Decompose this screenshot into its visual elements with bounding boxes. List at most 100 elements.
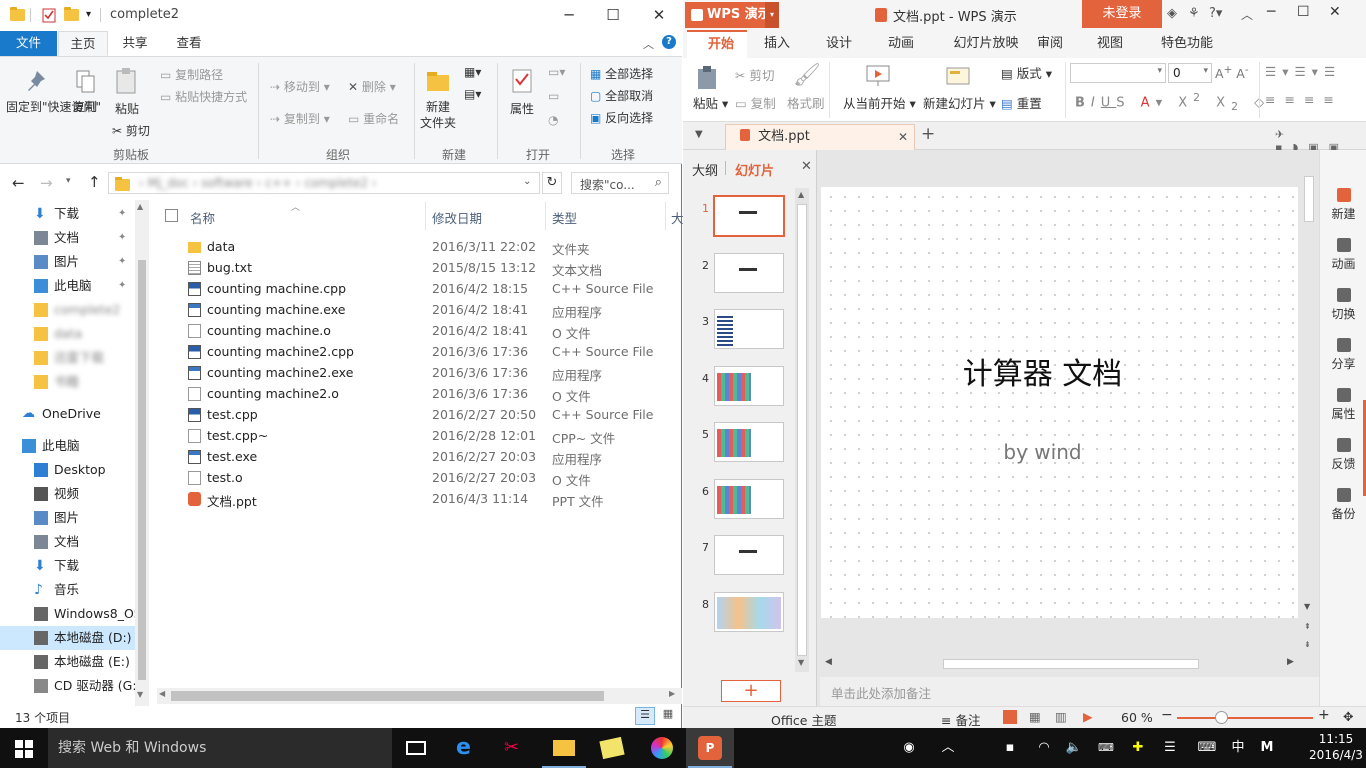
tab-outline[interactable]: 大纲 [692, 160, 718, 179]
nav-item[interactable]: data [0, 322, 149, 346]
nav-item[interactable]: Windows8_OS [0, 602, 149, 626]
new-item-icon[interactable]: ▦▾ [464, 65, 481, 79]
copy-to-button[interactable]: ⇢ 复制到 ▾ [270, 110, 330, 127]
move-to-button[interactable]: ⇢ 移动到 ▾ [270, 78, 330, 95]
invert-selection-button[interactable]: ▣ 反向选择 [590, 109, 653, 126]
new-folder-button[interactable]: 新建 文件夹 [418, 67, 458, 131]
sticky-notes-icon[interactable] [588, 728, 636, 768]
up-icon[interactable]: ↑ [88, 173, 101, 191]
paste-shortcut-button[interactable]: ▭ 粘贴快捷方式 [160, 88, 247, 105]
tab-review[interactable]: 审阅 [1028, 30, 1072, 58]
wifi-icon[interactable]: ◠ [1034, 728, 1054, 768]
column-type[interactable]: 类型 [552, 208, 577, 227]
slide-thumbnail[interactable] [714, 422, 784, 462]
slide-thumbnail[interactable] [714, 309, 784, 349]
slide-thumbnail[interactable] [714, 535, 784, 575]
file-row[interactable]: counting machine.o 2016/4/2 18:41 O 文件 [157, 320, 682, 341]
zoom-in-icon[interactable]: + [1318, 707, 1330, 723]
copy-button[interactable]: 复制 [70, 69, 100, 115]
volume-icon[interactable]: 🔈 [1064, 728, 1084, 768]
media-tray-icon[interactable]: ◉ [896, 728, 922, 768]
maximize-button[interactable]: ☐ [1297, 4, 1310, 20]
nav-item[interactable]: 图片 [0, 506, 149, 530]
thumbs-scrollbar[interactable]: ▲ ▼ [795, 188, 809, 672]
color-app-icon[interactable] [638, 728, 686, 768]
play-from-current-button[interactable]: 从当前开始 ▾ [843, 93, 916, 112]
refresh-icon[interactable]: ↻ [542, 172, 562, 194]
nav-item[interactable]: 文档 [0, 530, 149, 554]
sidebar-item[interactable]: 备份 [1320, 488, 1366, 522]
nav-item[interactable]: 此电脑 [0, 434, 149, 458]
close-button[interactable]: ✕ [1329, 4, 1341, 20]
nav-item[interactable]: 图片 ✦ [0, 250, 149, 274]
maximize-button[interactable]: ☐ [590, 0, 636, 31]
font-style-buttons[interactable]: BIUS A▾ X2 X2 ◇ [1075, 91, 1270, 113]
file-row[interactable]: bug.txt 2015/8/15 13:12 文本文档 [157, 257, 682, 278]
rename-button[interactable]: ▭ 重命名 [348, 110, 399, 127]
tab-share[interactable]: 共享 [112, 31, 158, 56]
delete-button[interactable]: ✕ 删除 ▾ [348, 78, 396, 95]
slide-title[interactable]: 计算器 文档 [821, 349, 1264, 393]
minimize-button[interactable]: ─ [546, 0, 592, 31]
file-row[interactable]: data 2016/3/11 22:02 文件夹 [157, 236, 682, 257]
slide-thumbnail[interactable] [714, 365, 784, 406]
select-all-button[interactable]: ▦ 全部选择 [590, 65, 653, 82]
select-none-button[interactable]: ▢ 全部取消 [590, 87, 653, 104]
history-icon[interactable]: ◔ [548, 113, 558, 127]
fit-window-icon[interactable]: ✥ [1343, 709, 1353, 724]
close-panel-icon[interactable]: ✕ [801, 159, 812, 174]
file-row[interactable]: test.cpp~ 2016/2/28 12:01 CPP~ 文件 [157, 425, 682, 446]
file-row[interactable]: counting machine2.exe 2016/3/6 17:36 应用程序 [157, 362, 682, 383]
nav-item[interactable]: 本地磁盘 (D:) [0, 626, 149, 650]
cut-button[interactable]: ✂ 剪切 [112, 122, 150, 139]
slide-thumbnail[interactable] [714, 478, 784, 519]
sidebar-item[interactable]: 反馈 [1320, 438, 1366, 472]
forward-icon[interactable]: → [40, 174, 53, 192]
cut-button[interactable]: ✂ 剪切 [735, 65, 774, 84]
open-icon[interactable]: ▭▾ [548, 65, 565, 79]
nav-item[interactable]: 文档 ✦ [0, 226, 149, 250]
nav-item[interactable]: CD 驱动器 (G:) [0, 674, 149, 698]
address-box[interactable]: › Mj_doc › software › c++ › complete2 › … [108, 172, 540, 194]
details-view-icon[interactable]: ☰ [635, 707, 655, 725]
new-tab-icon[interactable]: + [921, 124, 935, 144]
slide-vertical-scrollbar[interactable]: ▼ ⇞ ⇟ [1301, 150, 1317, 656]
minimize-button[interactable]: ─ [1267, 4, 1275, 20]
sidebar-item[interactable]: 新建 [1320, 188, 1366, 222]
slide-subtitle[interactable]: by wind [821, 440, 1264, 464]
start-button[interactable] [15, 740, 33, 761]
file-row[interactable]: counting machine2.o 2016/3/6 17:36 O 文件 [157, 383, 682, 404]
close-button[interactable]: ✕ [636, 0, 682, 31]
close-tab-icon[interactable]: ✕ [898, 125, 908, 149]
collapse-ribbon-icon[interactable]: ︿ [1241, 6, 1253, 23]
new-folder-qa-icon[interactable] [64, 7, 79, 23]
nav-item[interactable]: ♪ 音乐 [0, 578, 149, 602]
nav-item[interactable]: 此电脑 ✦ [0, 274, 149, 298]
help-icon[interactable]: ?▾ [1209, 6, 1222, 21]
clock[interactable]: 11:15 2016/4/3 [1306, 731, 1366, 763]
paste-icon[interactable] [695, 64, 721, 95]
slide-canvas[interactable]: 计算器 文档 by wind [821, 187, 1298, 618]
list-buttons[interactable]: ☰▾☰▾☰ [1265, 64, 1341, 79]
tab-insert[interactable]: 插入 [755, 30, 799, 58]
tray-app-icon[interactable]: ▪ [1000, 728, 1020, 768]
properties-check-icon[interactable] [42, 7, 56, 23]
tab-features[interactable]: 特色功能 [1147, 30, 1227, 58]
reading-view-icon[interactable]: ▥ [1055, 709, 1067, 724]
back-icon[interactable]: ← [12, 174, 25, 192]
slide-thumbnail[interactable] [713, 195, 785, 237]
nav-item[interactable]: 迅雷下载 [0, 346, 149, 370]
login-button[interactable]: 未登录 [1082, 0, 1162, 28]
nav-scrollbar[interactable]: ▲ ▼ [135, 200, 149, 706]
paste-button[interactable]: 粘贴 [110, 67, 144, 117]
address-dropdown-icon[interactable]: ⌄ [523, 176, 531, 187]
nav-item[interactable]: ☁ OneDrive [0, 402, 149, 426]
snipping-tool-icon[interactable]: ✂ [490, 728, 538, 768]
tab-slideshow[interactable]: 幻灯片放映 [941, 30, 1031, 58]
new-slide-button[interactable]: 新建幻灯片 ▾ [923, 93, 996, 112]
keyboard-icon[interactable]: ⌨ [1194, 728, 1220, 768]
slide-horizontal-scrollbar[interactable]: ◀ ▶ [821, 656, 1299, 672]
slide-thumbnail[interactable] [714, 591, 784, 632]
list-horizontal-scrollbar[interactable]: ◀ ▶ [157, 688, 682, 704]
nav-item[interactable]: 本地磁盘 (E:) [0, 650, 149, 674]
